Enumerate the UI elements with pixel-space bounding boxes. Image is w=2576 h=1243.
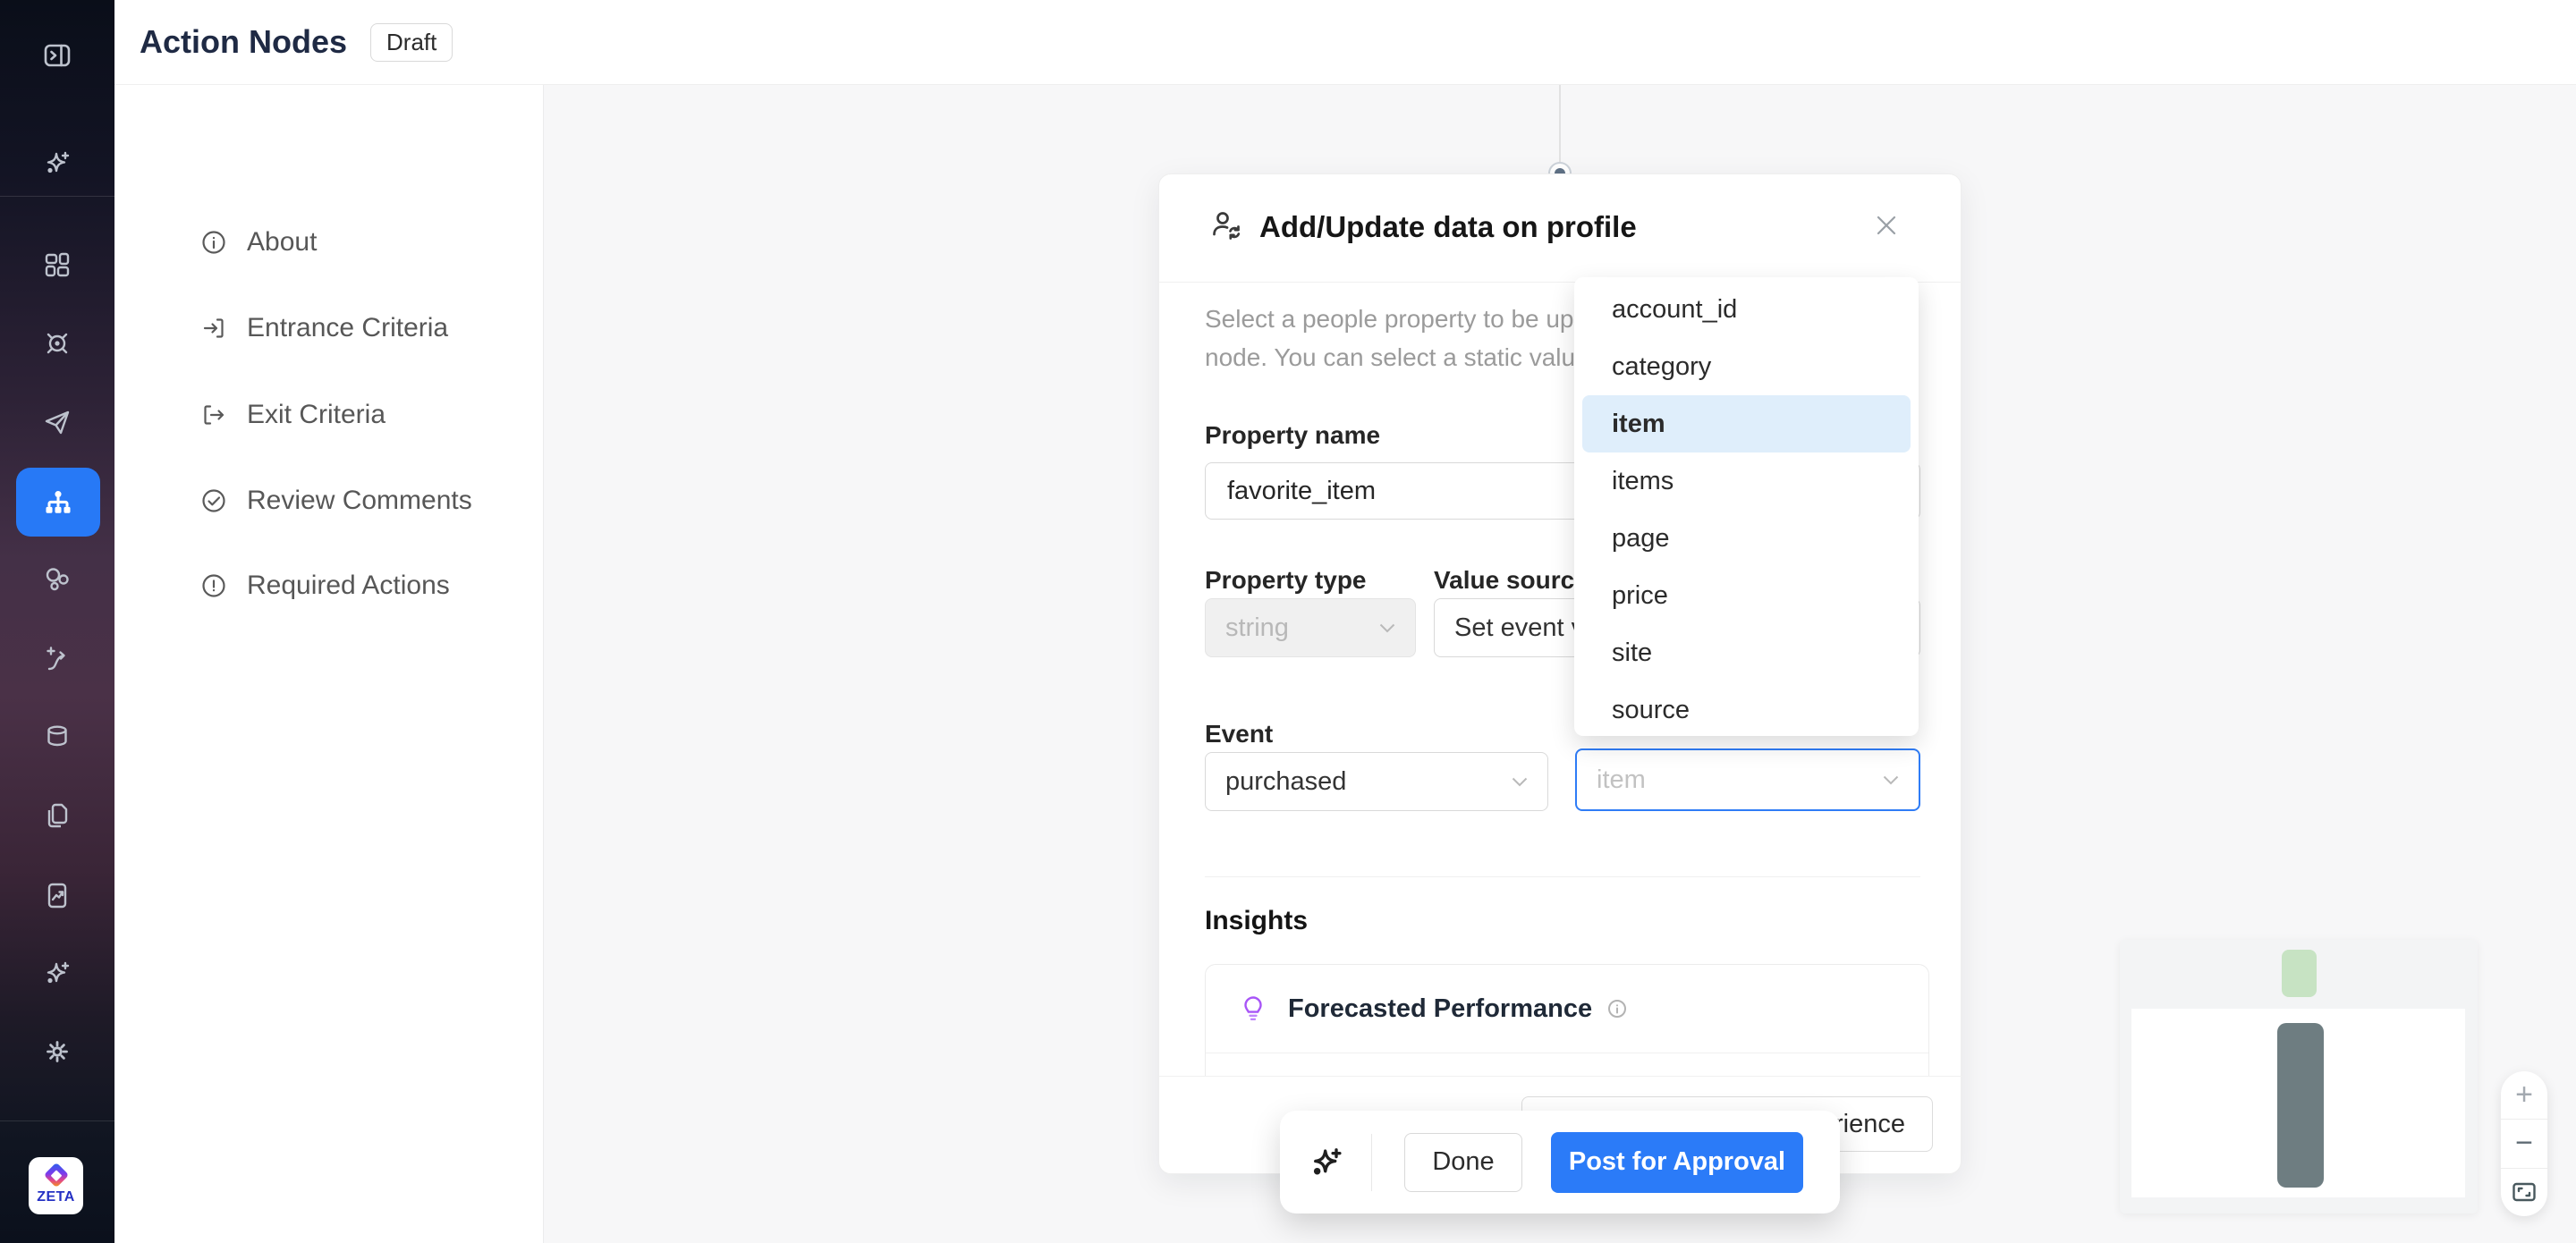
zoom-out-button[interactable]: − xyxy=(2501,1119,2547,1168)
action-bar-divider xyxy=(1371,1134,1372,1191)
event-property-select[interactable]: item xyxy=(1575,748,1920,811)
copies-icon[interactable] xyxy=(42,800,72,831)
insights-heading: Insights xyxy=(1205,906,1308,936)
sidebar-divider-bottom xyxy=(0,1120,114,1121)
flow-connector-line xyxy=(1559,85,1561,162)
floating-action-bar: Done Post for Approval xyxy=(1280,1111,1840,1213)
dropdown-option-account-id[interactable]: account_id xyxy=(1582,281,1911,338)
dropdown-option-site[interactable]: site xyxy=(1582,624,1911,681)
event-property-placeholder: item xyxy=(1597,765,1646,795)
chevron-down-icon xyxy=(1379,623,1395,633)
exit-icon xyxy=(200,402,227,428)
top-bar: Action Nodes Draft xyxy=(114,0,2576,85)
sidebar-item-review-comments[interactable]: Review Comments xyxy=(200,474,472,528)
property-type-label: Property type xyxy=(1205,566,1367,595)
property-name-label: Property name xyxy=(1205,421,1380,450)
info-circle-icon xyxy=(200,229,227,256)
report-icon[interactable] xyxy=(42,880,72,910)
dropdown-option-items[interactable]: items xyxy=(1582,452,1911,510)
event-select[interactable]: purchased xyxy=(1205,752,1548,811)
app-window: Action Nodes Draft xyxy=(0,0,2576,1243)
forecasted-performance-card: Forecasted Performance xyxy=(1205,964,1929,1077)
segments-icon[interactable] xyxy=(42,564,72,595)
enter-icon xyxy=(200,315,227,342)
canvas-zoom-controls: + − xyxy=(2501,1071,2547,1216)
minimap-node-gray xyxy=(2277,1023,2324,1188)
dropdown-option-item[interactable]: item xyxy=(1582,395,1911,452)
person-sync-icon xyxy=(1208,207,1246,244)
zeta-logo[interactable]: ZETA xyxy=(29,1157,83,1214)
done-button[interactable]: Done xyxy=(1404,1133,1522,1192)
close-icon[interactable] xyxy=(1873,212,1900,239)
sidebar-item-journey-active[interactable] xyxy=(16,468,100,537)
fit-view-button[interactable] xyxy=(2501,1169,2547,1216)
modal-title: Add/Update data on profile xyxy=(1259,210,1637,244)
chevron-down-icon xyxy=(1883,775,1899,785)
collapse-sidebar-icon[interactable] xyxy=(42,40,72,71)
dropdown-option-page[interactable]: page xyxy=(1582,510,1911,567)
sidebar-item-about[interactable]: About xyxy=(200,216,317,269)
sidebar-divider xyxy=(0,196,114,197)
dashboard-icon[interactable] xyxy=(42,249,72,280)
node-settings-panel: About Entrance Criteria Exit Criteria Re… xyxy=(114,85,544,1243)
sidebar-item-exit-criteria[interactable]: Exit Criteria xyxy=(200,388,386,442)
chevron-down-icon xyxy=(1512,777,1528,787)
dropdown-option-category[interactable]: category xyxy=(1582,338,1911,395)
modal-footer-divider xyxy=(1159,1076,1962,1077)
route-sparkle-icon[interactable] xyxy=(42,644,72,674)
property-type-select[interactable]: string xyxy=(1205,598,1416,657)
fit-view-icon xyxy=(2512,1181,2537,1203)
post-for-approval-button[interactable]: Post for Approval xyxy=(1551,1132,1803,1193)
insights-card-title: Forecasted Performance xyxy=(1288,994,1592,1024)
minimap-node-green xyxy=(2282,950,2317,997)
settings-gear-icon[interactable] xyxy=(42,1036,72,1067)
lightbulb-icon xyxy=(1238,994,1268,1024)
check-circle-icon xyxy=(200,487,227,514)
send-icon[interactable] xyxy=(42,407,72,437)
alert-circle-icon xyxy=(200,572,227,599)
zoom-in-button[interactable]: + xyxy=(2501,1071,2547,1119)
value-source-label: Value source xyxy=(1434,566,1589,595)
database-icon[interactable] xyxy=(42,722,72,752)
nav-label: Exit Criteria xyxy=(247,400,386,430)
page-title: Action Nodes xyxy=(140,23,347,61)
zeta-diamond-icon xyxy=(43,1163,68,1188)
sidebar-item-entrance-criteria[interactable]: Entrance Criteria xyxy=(200,301,448,355)
target-icon[interactable] xyxy=(42,328,72,359)
nav-label: Entrance Criteria xyxy=(247,313,448,343)
insights-divider xyxy=(1205,876,1920,877)
ai-assist-button[interactable] xyxy=(1307,1143,1346,1182)
event-label: Event xyxy=(1205,720,1273,748)
dropdown-option-source[interactable]: source xyxy=(1582,681,1911,736)
ai-sparkles-icon[interactable] xyxy=(42,148,72,179)
event-property-dropdown: account_id category item items page pric… xyxy=(1574,277,1919,736)
info-icon[interactable] xyxy=(1606,998,1628,1019)
dropdown-option-price[interactable]: price xyxy=(1582,567,1911,624)
nav-label: About xyxy=(247,227,317,258)
icon-sidebar: ZETA xyxy=(0,0,114,1243)
nav-label: Required Actions xyxy=(247,571,450,601)
flow-minimap[interactable] xyxy=(2120,940,2478,1213)
ai-sparkles-icon-2[interactable] xyxy=(42,959,72,989)
sidebar-item-required-actions[interactable]: Required Actions xyxy=(200,559,450,613)
sitemap-icon xyxy=(40,485,76,520)
nav-label: Review Comments xyxy=(247,486,472,516)
status-badge: Draft xyxy=(370,23,453,62)
sparkles-icon xyxy=(1307,1143,1346,1182)
